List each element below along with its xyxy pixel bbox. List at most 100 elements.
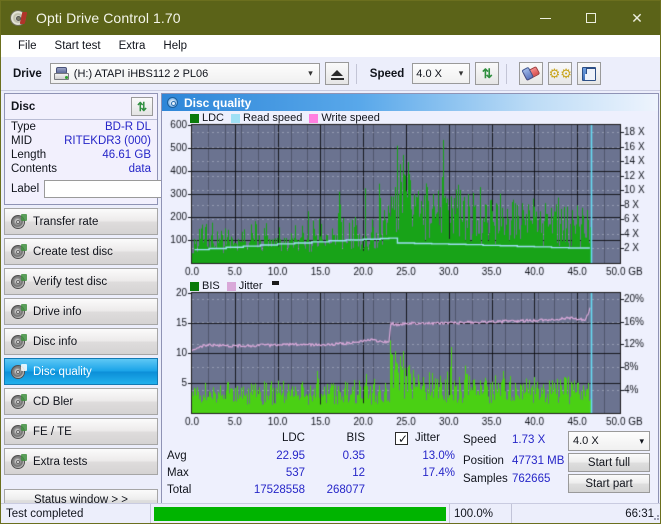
legend-marker: [271, 281, 279, 285]
sidebar-item-cd-bler[interactable]: CD Bler: [4, 388, 158, 415]
eject-button[interactable]: [324, 62, 349, 85]
application-window: Opti Drive Control 1.70 ✕ File Start tes…: [0, 0, 661, 524]
disc-icon: [11, 303, 27, 319]
sidebar-item-drive-info[interactable]: Drive info: [4, 298, 158, 325]
stats-avg-jitter: 13.0%: [422, 450, 455, 462]
bis-jitter-chart-canvas: [162, 279, 658, 429]
stats-total-ldc: 17528558: [253, 484, 305, 496]
sidebar-item-fe-te[interactable]: FE / TE: [4, 418, 158, 445]
disc-row-value: RITEKDR3 (000): [64, 135, 151, 147]
panel-header: Disc quality: [162, 94, 658, 111]
sidebar-item-disc-quality[interactable]: Disc quality: [4, 358, 158, 385]
start-part-button[interactable]: Start part: [568, 474, 650, 493]
menu-help[interactable]: Help: [154, 38, 196, 54]
start-full-button[interactable]: Start full: [568, 453, 650, 472]
refresh-button[interactable]: ⇅: [475, 62, 500, 85]
speed-select[interactable]: 4.0 X ▾: [412, 63, 471, 84]
sidebar-item-disc-info[interactable]: Disc info: [4, 328, 158, 355]
ldc-chart-legend: LDC Read speed Write speed: [190, 112, 387, 124]
jitter-checkbox[interactable]: ✓: [395, 432, 408, 445]
chevron-down-icon: ▾: [639, 435, 644, 446]
disc-icon: [11, 213, 27, 229]
menu-extra[interactable]: Extra: [110, 38, 155, 54]
stats-row-avg-key: Avg: [167, 450, 187, 462]
stats-max-bis: 12: [352, 467, 365, 479]
drive-select[interactable]: (H:) ATAPI iHBS112 2 PL06 ▾: [49, 63, 320, 84]
sidebar-item-label: Drive info: [33, 305, 82, 318]
disc-quality-icon: [167, 97, 178, 108]
sidebar-item-create-test-disc[interactable]: Create test disc: [4, 238, 158, 265]
save-floppy-icon: [582, 66, 597, 81]
disc-row-length: Length 46.61 GB: [5, 148, 157, 162]
stats-col-bis: BIS: [346, 432, 365, 444]
progress-percent: 100.0%: [450, 504, 512, 523]
sidebar: Disc ⇅ Type BD-R DL MID RITEKDR3 (000) L…: [1, 91, 214, 514]
disc-row-key: MID: [11, 135, 33, 147]
legend-item-bis: BIS: [190, 280, 220, 292]
resize-grip[interactable]: [650, 511, 660, 521]
window-title: Opti Drive Control 1.70: [36, 10, 181, 26]
disc-refresh-button[interactable]: ⇅: [131, 97, 153, 116]
legend-item-jitter: Jitter: [226, 280, 263, 292]
page-title: Disc quality: [184, 95, 252, 110]
disc-row-key: Length: [11, 149, 47, 161]
stats-total-bis: 268077: [326, 484, 365, 496]
gear-icon: ⚙⚙: [548, 66, 572, 81]
status-text: Test completed: [1, 504, 151, 523]
disc-icon: [11, 243, 27, 259]
elapsed-time: 66:31: [625, 507, 654, 520]
refresh-icon: ⇅: [136, 99, 148, 114]
progress-fill: [154, 506, 446, 521]
refresh-icon: ⇅: [481, 66, 493, 81]
disc-icon: [11, 393, 27, 409]
disc-row-value: BD-R DL: [104, 121, 151, 133]
test-speed-value: 4.0 X: [573, 435, 599, 447]
test-speed-select[interactable]: 4.0 X ▾: [568, 431, 650, 451]
ldc-chart-container: LDC Read speed Write speed: [162, 111, 658, 279]
legend-item-ldc: LDC: [190, 112, 224, 124]
app-disc-icon: [10, 9, 28, 27]
sidebar-item-label: Disc quality: [33, 365, 92, 378]
disc-label-row: Label: [5, 176, 214, 204]
minimize-button[interactable]: [522, 1, 568, 35]
position-stat-label: Position: [463, 455, 504, 467]
jitter-label: Jitter: [415, 432, 440, 444]
disc-row-key: Type: [11, 121, 36, 133]
disc-row-type: Type BD-R DL: [5, 120, 157, 134]
sidebar-item-label: Transfer rate: [33, 215, 99, 228]
sidebar-item-label: FE / TE: [33, 425, 72, 438]
toolbar-divider-2: [506, 63, 508, 84]
sidebar-item-label: Create test disc: [33, 245, 113, 258]
sidebar-item-label: Disc info: [33, 335, 78, 348]
menu-start-test[interactable]: Start test: [46, 38, 110, 54]
legend-item-write-speed: Write speed: [309, 112, 380, 124]
toolbar: Drive (H:) ATAPI iHBS112 2 PL06 ▾ Speed …: [1, 57, 660, 91]
disc-icon: [11, 423, 27, 439]
status-bar: Test completed 100.0% 66:31: [1, 503, 660, 523]
sidebar-item-transfer-rate[interactable]: Transfer rate: [4, 208, 158, 235]
menu-bar: File Start test Extra Help: [1, 35, 660, 57]
disc-icon: [11, 273, 27, 289]
tools-button[interactable]: ⚙⚙: [548, 62, 573, 85]
menu-file[interactable]: File: [9, 38, 46, 54]
disc-row-mid: MID RITEKDR3 (000): [5, 134, 157, 148]
eject-icon: [330, 69, 343, 76]
sidebar-item-verify-test-disc[interactable]: Verify test disc: [4, 268, 158, 295]
stats-avg-ldc: 22.95: [276, 450, 305, 462]
speed-select-value: 4.0 X: [416, 67, 442, 80]
stats-row-total-key: Total: [167, 484, 192, 496]
maximize-button[interactable]: [568, 1, 614, 35]
sidebar-item-label: Extra tests: [33, 455, 88, 468]
save-button[interactable]: [577, 62, 602, 85]
main-content: Disc quality LDC Read speed Write speed …: [161, 91, 660, 514]
close-icon[interactable]: ✕: [614, 1, 660, 35]
sidebar-item-extra-tests[interactable]: Extra tests: [4, 448, 158, 475]
ldc-chart-canvas: [162, 111, 658, 279]
chevron-down-icon: ▾: [308, 68, 313, 78]
erase-button[interactable]: [519, 62, 544, 85]
progress-track: [154, 506, 446, 521]
progress-bar: [151, 504, 450, 523]
disc-row-value: 46.61 GB: [102, 149, 151, 161]
drive-select-value: (H:) ATAPI iHBS112 2 PL06: [73, 67, 209, 80]
sidebar-item-label: Verify test disc: [33, 275, 108, 288]
